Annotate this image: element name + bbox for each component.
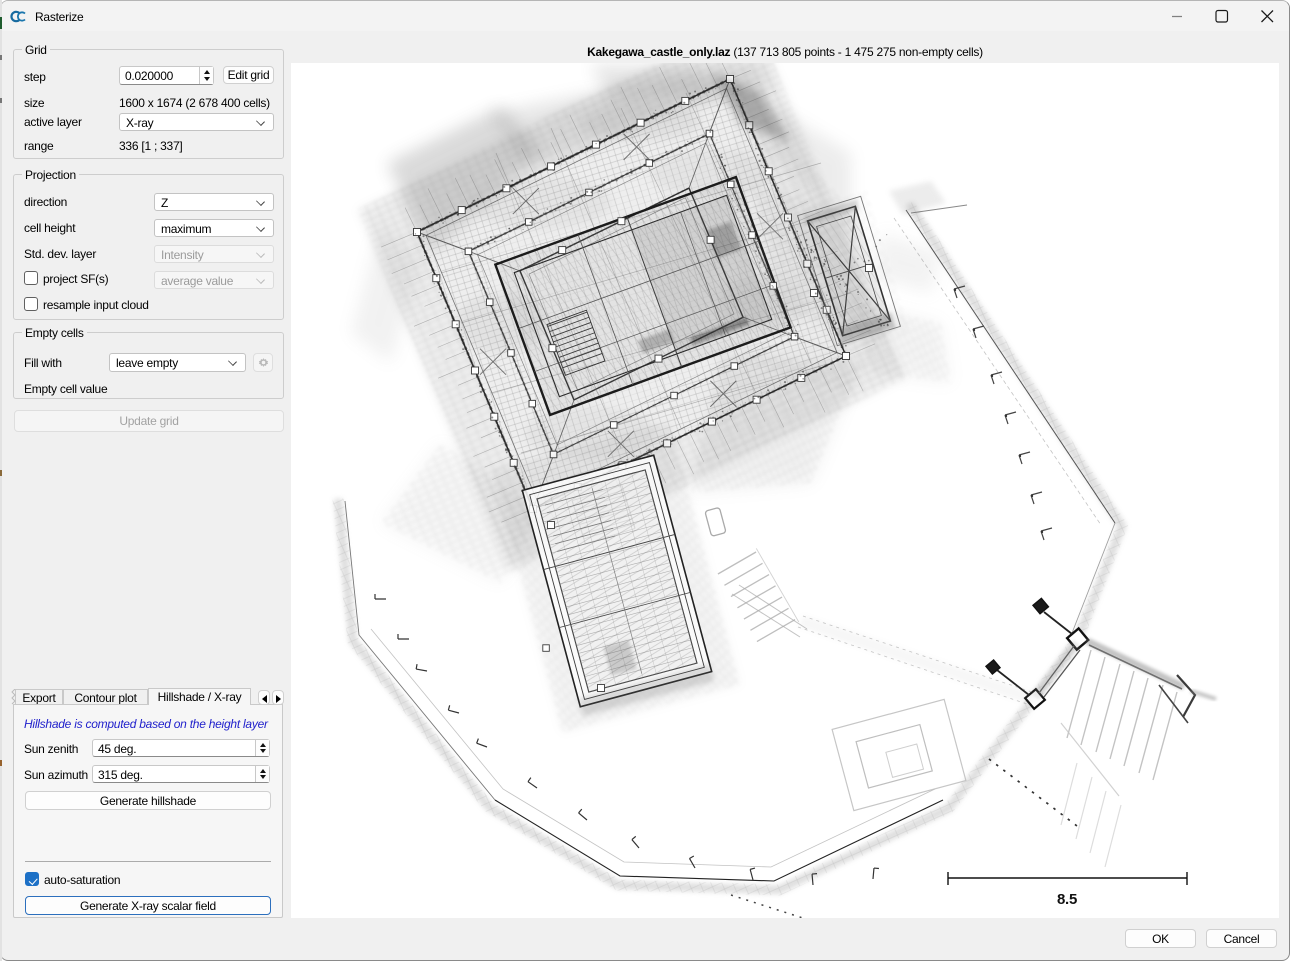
svg-text:8.5: 8.5 (1057, 891, 1077, 908)
